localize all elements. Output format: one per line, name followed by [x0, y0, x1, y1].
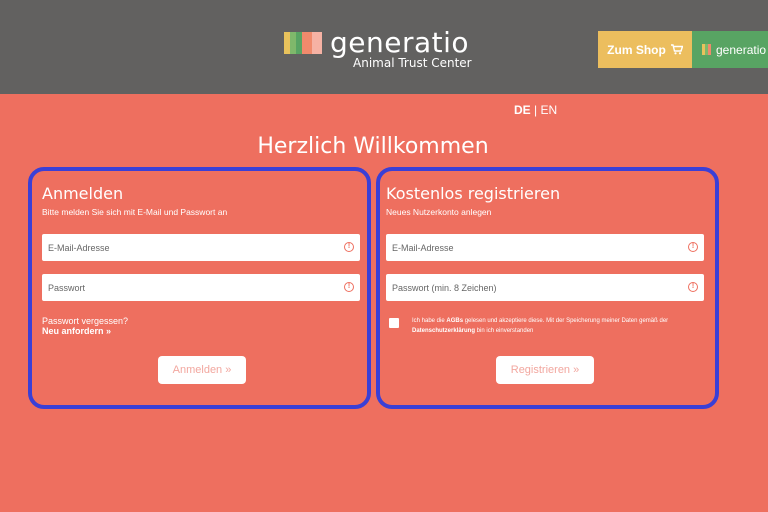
register-password-input[interactable] — [386, 274, 676, 301]
lang-separator: | — [534, 103, 538, 117]
register-subtitle: Neues Nutzerkonto anlegen — [386, 207, 492, 217]
lang-de[interactable]: DE — [514, 103, 531, 117]
login-password-input[interactable] — [42, 274, 332, 301]
logo[interactable]: generatio Animal Trust Center — [284, 26, 474, 72]
register-password-field[interactable]: ! — [386, 274, 704, 301]
login-email-field[interactable]: ! — [42, 234, 360, 261]
lang-en[interactable]: EN — [540, 103, 557, 117]
login-button[interactable]: Anmelden » — [158, 356, 246, 384]
login-email-input[interactable] — [42, 234, 332, 261]
privacy-link[interactable]: Datenschutzerklärung — [412, 328, 475, 334]
login-subtitle: Bitte melden Sie sich mit E-Mail und Pas… — [42, 207, 228, 217]
generatio-button-label: generatio — [716, 42, 767, 57]
language-switch: DE | EN — [514, 103, 557, 117]
terms-text-part: gelesen und akzeptiere diese. Mit der Sp… — [463, 318, 669, 324]
forgot-password-text: Passwort vergessen? — [42, 316, 129, 326]
terms-text: Ich habe die AGBs gelesen und akzeptiere… — [412, 316, 702, 336]
shop-button[interactable]: Zum Shop — [598, 31, 692, 68]
terms-checkbox[interactable] — [389, 318, 399, 328]
shop-button-label: Zum Shop — [607, 42, 666, 57]
header: generatio Animal Trust Center Zum Shop g… — [0, 0, 768, 94]
page-title: Herzlich Willkommen — [257, 134, 489, 159]
login-title: Anmelden — [42, 184, 124, 203]
alert-icon: ! — [344, 282, 354, 292]
logo-name: generatio — [330, 26, 470, 59]
generatio-logo-icon — [702, 44, 711, 55]
alert-icon: ! — [688, 242, 698, 252]
login-panel: Anmelden Bitte melden Sie sich mit E-Mai… — [28, 167, 371, 409]
logo-subtitle: Animal Trust Center — [353, 56, 472, 70]
terms-text-part: bin ich einverstanden — [475, 328, 534, 334]
reset-password-link[interactable]: Neu anfordern » — [42, 326, 128, 336]
register-title: Kostenlos registrieren — [386, 184, 561, 203]
terms-text-part: Ich habe die — [412, 318, 447, 324]
alert-icon: ! — [344, 242, 354, 252]
logo-mark-icon — [284, 32, 322, 54]
register-email-input[interactable] — [386, 234, 676, 261]
generatio-button[interactable]: generatio — [692, 31, 768, 68]
login-password-field[interactable]: ! — [42, 274, 360, 301]
forgot-password: Passwort vergessen? Neu anfordern » — [42, 316, 128, 336]
alert-icon: ! — [688, 282, 698, 292]
shopping-cart-icon — [670, 44, 683, 55]
register-button[interactable]: Registrieren » — [496, 356, 594, 384]
agb-link[interactable]: AGBs — [446, 318, 463, 324]
register-panel: Kostenlos registrieren Neues Nutzerkonto… — [376, 167, 719, 409]
register-email-field[interactable]: ! — [386, 234, 704, 261]
